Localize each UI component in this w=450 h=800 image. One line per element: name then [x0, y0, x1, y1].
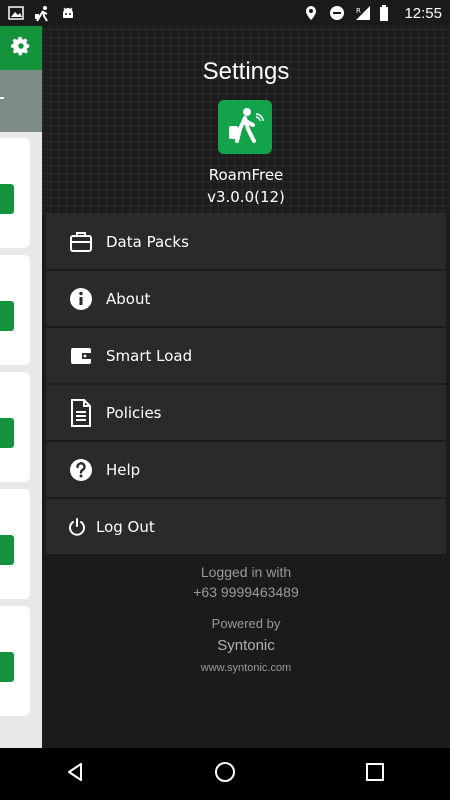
- phone-number: +63 9999463489: [193, 584, 299, 600]
- roamfree-logo-icon: [218, 100, 272, 154]
- company-name: Syntonic: [217, 637, 275, 654]
- background-card[interactable]: [0, 138, 30, 248]
- settings-drawer: Settings RoamFree v3.0.0(12) Data Packs …: [42, 26, 450, 748]
- system-nav-bar: [0, 748, 450, 800]
- menu-item-log-out[interactable]: Log Out: [46, 499, 446, 554]
- background-card[interactable]: [0, 372, 30, 482]
- help-icon: [68, 457, 94, 483]
- app-version: v3.0.0(12): [207, 188, 285, 206]
- drawer-footer: Logged in with +63 9999463489 Powered by…: [42, 562, 450, 674]
- status-bar: R 12:55: [0, 0, 450, 26]
- android-icon: [60, 5, 76, 21]
- location-icon: [304, 5, 320, 21]
- app-name: RoamFree: [208, 166, 284, 184]
- drawer-title: Settings: [202, 58, 290, 85]
- menu-item-label: About: [106, 289, 151, 308]
- signal-icon: R: [354, 5, 371, 21]
- drawer-header: Settings RoamFree v3.0.0(12): [42, 26, 450, 214]
- menu-item-label: Help: [106, 460, 141, 479]
- walker-icon: [34, 5, 50, 22]
- settings-gear-button[interactable]: [0, 26, 42, 70]
- drawer-menu: Data Packs About Smart Load Policies Hel…: [46, 214, 446, 556]
- menu-item-help[interactable]: Help: [46, 442, 446, 497]
- home-circle-icon: [213, 760, 237, 788]
- recents-square-icon: [365, 762, 385, 786]
- wallet-icon: [68, 343, 94, 369]
- menu-item-smart-load[interactable]: Smart Load: [46, 328, 446, 383]
- menu-item-about[interactable]: About: [46, 271, 446, 326]
- menu-item-label: Smart Load: [106, 346, 193, 365]
- logged-in-label: Logged in with: [200, 564, 292, 580]
- menu-item-data-packs[interactable]: Data Packs: [46, 214, 446, 269]
- menu-item-label: Policies: [106, 403, 162, 422]
- menu-item-label: Data Packs: [106, 232, 189, 251]
- battery-icon: [379, 5, 395, 21]
- gear-icon: [10, 35, 32, 61]
- status-time: 12:55: [404, 4, 442, 22]
- background-card[interactable]: [0, 606, 30, 716]
- document-icon: [68, 398, 94, 427]
- back-button[interactable]: [55, 754, 95, 794]
- svg-text:R: R: [356, 7, 361, 15]
- background-card[interactable]: [0, 255, 30, 365]
- info-icon: [68, 286, 94, 312]
- background-app: [0, 26, 42, 748]
- back-triangle-icon: [64, 761, 86, 787]
- menu-item-label: Log Out: [96, 517, 155, 536]
- home-button[interactable]: [205, 754, 245, 794]
- briefcase-icon: [68, 229, 94, 255]
- image-icon: [8, 5, 24, 21]
- company-website[interactable]: www.syntonic.com: [42, 662, 450, 674]
- powered-by-label: Powered by: [211, 616, 281, 631]
- background-strip: [0, 70, 42, 132]
- dnd-icon: [329, 5, 345, 21]
- recents-button[interactable]: [355, 754, 395, 794]
- power-icon: [68, 514, 86, 540]
- menu-item-policies[interactable]: Policies: [46, 385, 446, 440]
- background-card[interactable]: [0, 489, 30, 599]
